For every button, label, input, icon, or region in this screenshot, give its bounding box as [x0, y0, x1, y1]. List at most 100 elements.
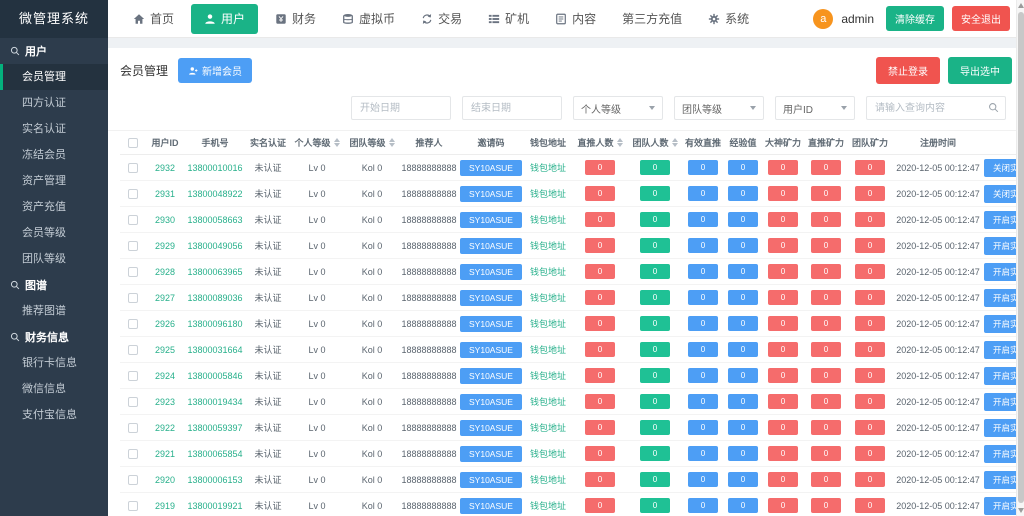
- count-badge: 0: [768, 290, 798, 305]
- invite-code-button[interactable]: SY10ASUE: [460, 316, 522, 332]
- sidebar-item[interactable]: 会员管理: [0, 64, 108, 90]
- scrollbar-thumb[interactable]: [1018, 12, 1024, 503]
- sidebar-section-2[interactable]: 财务信息: [0, 324, 108, 350]
- sidebar-item[interactable]: 会员等级: [0, 220, 108, 246]
- cell-badge: 0: [682, 186, 724, 201]
- sort-icon[interactable]: [389, 138, 395, 147]
- wallet-link[interactable]: 钱包地址: [530, 369, 566, 382]
- nav-item-5[interactable]: 矿机: [475, 0, 542, 38]
- wallet-link[interactable]: 钱包地址: [530, 317, 566, 330]
- invite-code-button[interactable]: SY10ASUE: [460, 238, 522, 254]
- export-selected-button[interactable]: 导出选中: [948, 57, 1012, 84]
- sidebar-item[interactable]: 微信信息: [0, 376, 108, 402]
- main-column: 首页用户财务虚拟币交易矿机内容第三方充值系统 a admin 清除缓存 安全退出…: [108, 0, 1024, 516]
- header-label: 团队等级: [349, 136, 385, 149]
- nav-item-4[interactable]: 交易: [408, 0, 475, 38]
- miner-icon: [488, 13, 500, 25]
- cell-phone: 13800048922: [184, 189, 246, 199]
- end-date-input[interactable]: [462, 96, 562, 120]
- sidebar-item[interactable]: 推荐图谱: [0, 298, 108, 324]
- team-level-select[interactable]: 团队等级: [674, 96, 764, 120]
- wallet-link[interactable]: 钱包地址: [530, 239, 566, 252]
- search-icon[interactable]: [988, 102, 999, 113]
- nav-item-0[interactable]: 首页: [120, 0, 187, 38]
- sort-icon[interactable]: [334, 138, 340, 147]
- row-checkbox[interactable]: [128, 397, 138, 407]
- forbid-login-button[interactable]: 禁止登录: [876, 57, 940, 84]
- logout-button[interactable]: 安全退出: [952, 6, 1010, 31]
- invite-code-button[interactable]: SY10ASUE: [460, 186, 522, 202]
- invite-code-button[interactable]: SY10ASUE: [460, 342, 522, 358]
- sidebar-item[interactable]: 实名认证: [0, 116, 108, 142]
- start-date-input[interactable]: [351, 96, 451, 120]
- wallet-link[interactable]: 钱包地址: [530, 499, 566, 512]
- scrollbar[interactable]: [1016, 0, 1024, 516]
- wallet-link[interactable]: 钱包地址: [530, 343, 566, 356]
- row-checkbox[interactable]: [128, 423, 138, 433]
- row-checkbox[interactable]: [128, 267, 138, 277]
- sidebar-item[interactable]: 冻结会员: [0, 142, 108, 168]
- row-checkbox[interactable]: [128, 449, 138, 459]
- wallet-link[interactable]: 钱包地址: [530, 421, 566, 434]
- add-member-button[interactable]: 新增会员: [178, 58, 252, 83]
- sidebar-item[interactable]: 支付宝信息: [0, 402, 108, 428]
- sidebar-item[interactable]: 四方认证: [0, 90, 108, 116]
- invite-code-button[interactable]: SY10ASUE: [460, 290, 522, 306]
- search-input[interactable]: [866, 96, 1006, 120]
- row-checkbox[interactable]: [128, 215, 138, 225]
- scrollbar-up-icon[interactable]: [1018, 3, 1024, 8]
- invite-code-button[interactable]: SY10ASUE: [460, 160, 522, 176]
- sidebar-item[interactable]: 资产充值: [0, 194, 108, 220]
- nav-item-3[interactable]: 虚拟币: [329, 0, 408, 38]
- row-checkbox[interactable]: [128, 345, 138, 355]
- row-checkbox[interactable]: [128, 319, 138, 329]
- count-badge: 0: [688, 446, 718, 461]
- wallet-link[interactable]: 钱包地址: [530, 213, 566, 226]
- nav-item-1[interactable]: 用户: [191, 4, 258, 34]
- cell-text: 2924: [155, 371, 175, 381]
- invite-code-button[interactable]: SY10ASUE: [460, 368, 522, 384]
- wallet-link[interactable]: 钱包地址: [530, 187, 566, 200]
- row-checkbox[interactable]: [128, 371, 138, 381]
- row-checkbox[interactable]: [128, 475, 138, 485]
- personal-level-select[interactable]: 个人等级: [573, 96, 663, 120]
- clear-cache-button[interactable]: 清除缓存: [886, 6, 944, 31]
- invite-code-button[interactable]: SY10ASUE: [460, 212, 522, 228]
- avatar[interactable]: a: [813, 9, 833, 29]
- row-checkbox[interactable]: [128, 241, 138, 251]
- wallet-link[interactable]: 钱包地址: [530, 265, 566, 278]
- cell-badge: 0: [804, 212, 848, 227]
- invite-code-button[interactable]: SY10ASUE: [460, 472, 522, 488]
- invite-code-button[interactable]: SY10ASUE: [460, 446, 522, 462]
- sort-icon[interactable]: [672, 138, 678, 147]
- wallet-link[interactable]: 钱包地址: [530, 395, 566, 408]
- invite-code-button[interactable]: SY10ASUE: [460, 420, 522, 436]
- wallet-link[interactable]: 钱包地址: [530, 291, 566, 304]
- count-badge: 0: [688, 342, 718, 357]
- cell-check: [120, 501, 146, 511]
- sidebar-item[interactable]: 团队等级: [0, 246, 108, 272]
- row-checkbox[interactable]: [128, 293, 138, 303]
- user-id-select[interactable]: 用户ID: [775, 96, 855, 120]
- sort-icon[interactable]: [617, 138, 623, 147]
- nav-item-8[interactable]: 系统: [695, 0, 762, 38]
- scrollbar-down-icon[interactable]: [1018, 508, 1024, 513]
- row-checkbox[interactable]: [128, 501, 138, 511]
- invite-code-button[interactable]: SY10ASUE: [460, 394, 522, 410]
- sidebar-section-1[interactable]: 图谱: [0, 272, 108, 298]
- nav-item-2[interactable]: 财务: [262, 0, 329, 38]
- wallet-link[interactable]: 钱包地址: [530, 447, 566, 460]
- nav-item-6[interactable]: 内容: [542, 0, 609, 38]
- sidebar-section-0[interactable]: 用户: [0, 38, 108, 64]
- cell-time: 2020-12-05 00:12:47: [892, 449, 984, 459]
- sidebar-item[interactable]: 银行卡信息: [0, 350, 108, 376]
- invite-code-button[interactable]: SY10ASUE: [460, 498, 522, 514]
- row-checkbox[interactable]: [128, 163, 138, 173]
- wallet-link[interactable]: 钱包地址: [530, 161, 566, 174]
- row-checkbox[interactable]: [128, 189, 138, 199]
- select-all-checkbox[interactable]: [128, 138, 138, 148]
- nav-item-7[interactable]: 第三方充值: [609, 0, 695, 38]
- wallet-link[interactable]: 钱包地址: [530, 473, 566, 486]
- sidebar-item[interactable]: 资产管理: [0, 168, 108, 194]
- invite-code-button[interactable]: SY10ASUE: [460, 264, 522, 280]
